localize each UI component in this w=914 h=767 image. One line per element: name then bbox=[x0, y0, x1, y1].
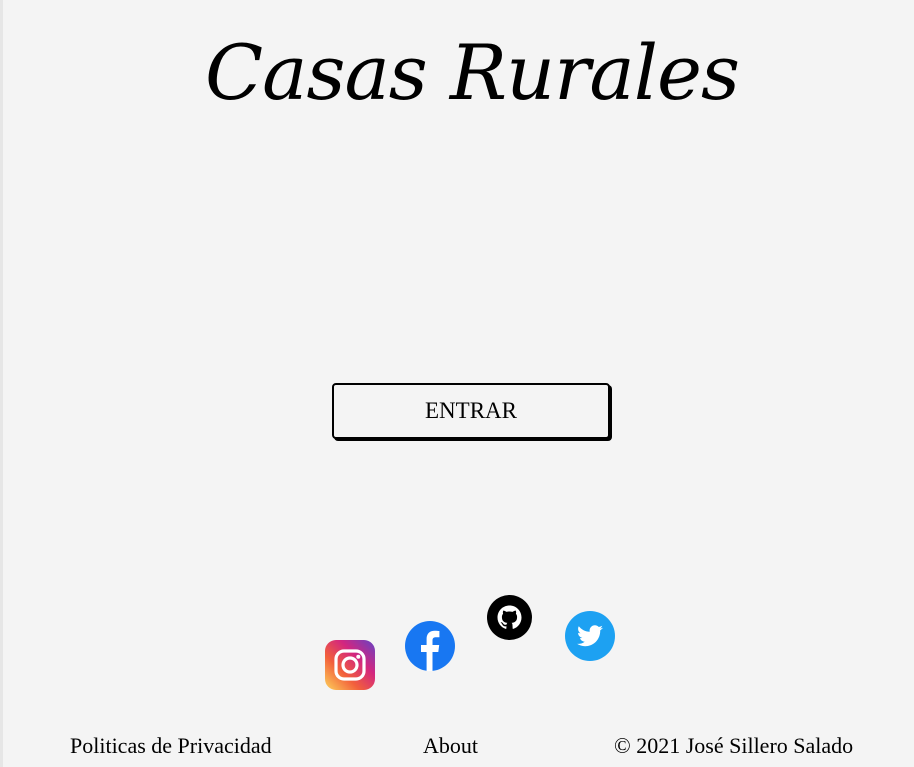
twitter-icon bbox=[565, 611, 615, 661]
github-icon bbox=[487, 595, 532, 640]
facebook-link[interactable] bbox=[405, 621, 455, 671]
github-link[interactable] bbox=[487, 595, 532, 640]
twitter-link[interactable] bbox=[565, 611, 615, 661]
instagram-icon bbox=[325, 640, 375, 690]
instagram-link[interactable] bbox=[325, 640, 375, 690]
privacy-policy-link[interactable]: Politicas de Privacidad bbox=[70, 732, 272, 760]
copyright-text: © 2021 José Sillero Salado bbox=[614, 733, 854, 758]
page-title: Casas Rurales bbox=[204, 28, 740, 117]
about-link[interactable]: About bbox=[423, 732, 478, 760]
enter-button[interactable]: ENTRAR bbox=[332, 383, 610, 439]
facebook-icon bbox=[405, 621, 455, 671]
